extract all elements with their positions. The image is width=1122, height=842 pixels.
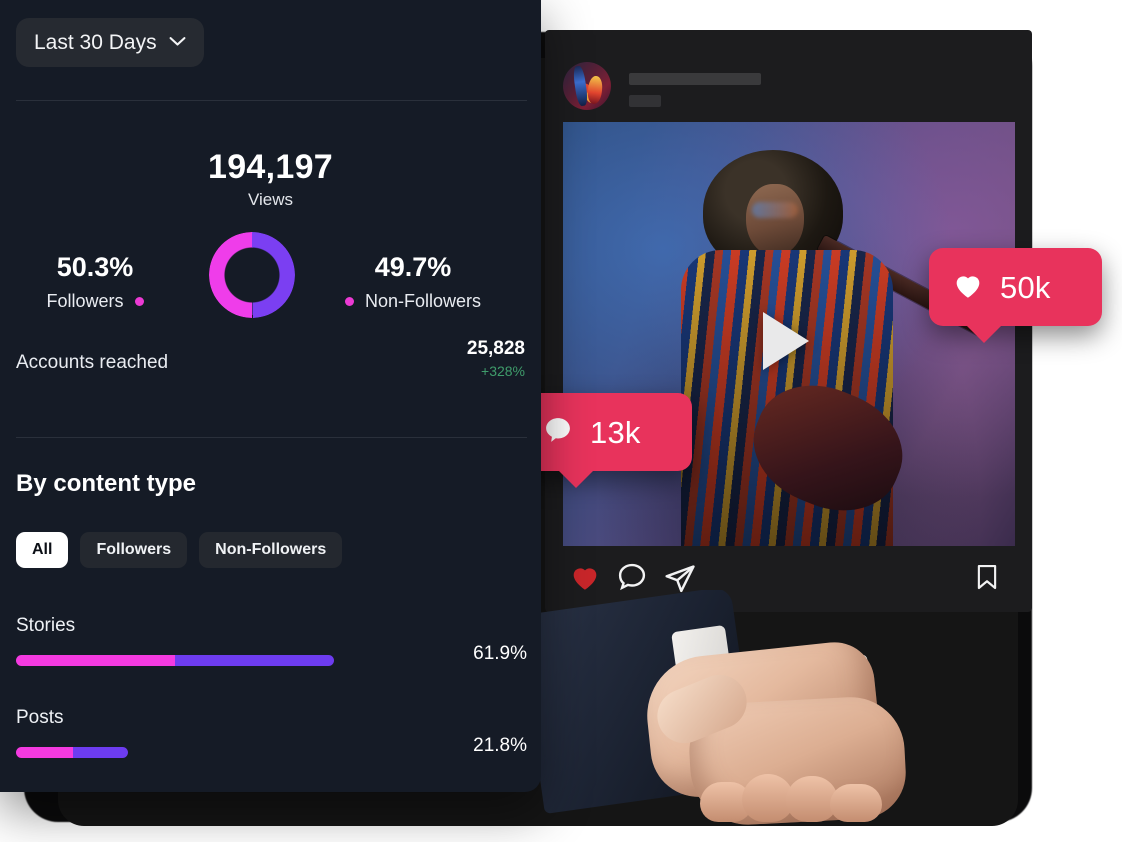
- bar-segment-followers: [16, 747, 73, 758]
- divider-middle: [16, 437, 527, 438]
- content-type-tabs: All Followers Non-Followers: [16, 532, 343, 568]
- followers-legend-label: Followers: [46, 291, 124, 311]
- comments-badge: 13k: [521, 393, 692, 488]
- accounts-reached-delta: +328%: [481, 363, 525, 379]
- accounts-reached-label: Accounts reached: [16, 352, 169, 373]
- bar-segment-non-followers: [175, 655, 334, 666]
- content-row-label: Posts: [16, 707, 64, 728]
- play-icon[interactable]: [763, 312, 809, 370]
- comment-icon: [539, 413, 577, 452]
- followers-percent: 50.3%: [56, 252, 134, 282]
- heart-icon: [949, 268, 987, 307]
- bar-segment-followers: [16, 655, 176, 666]
- followers-legend: Followers: [0, 291, 190, 312]
- tab-all[interactable]: All: [16, 532, 69, 568]
- donut-segment-non-followers: [209, 232, 295, 318]
- chevron-down-icon: [169, 34, 186, 52]
- bookmark-icon[interactable]: [972, 560, 1002, 594]
- avatar[interactable]: [563, 62, 611, 110]
- non-followers-legend: Non-Followers: [318, 291, 508, 312]
- non-followers-percent: 49.7%: [374, 252, 452, 282]
- divider-top: [16, 100, 527, 101]
- analytics-panel: Last 30 Days 194,197 Views 50.3% Followe…: [0, 0, 541, 792]
- accounts-reached-value: 25,828: [466, 338, 525, 359]
- username-placeholder: [629, 73, 761, 85]
- content-row-posts: Posts 21.8%: [16, 707, 527, 758]
- handshake-illustration: [530, 590, 1122, 842]
- likes-count: 50k: [1000, 269, 1051, 305]
- tab-followers[interactable]: Followers: [80, 532, 188, 568]
- date-range-selector[interactable]: Last 30 Days: [16, 18, 204, 67]
- content-row-bar: [16, 655, 334, 666]
- page-title: By content type: [16, 470, 197, 497]
- location-placeholder: [629, 95, 661, 107]
- post-header: [563, 62, 1003, 122]
- comment-icon[interactable]: [615, 560, 649, 594]
- bar-segment-non-followers: [72, 747, 128, 758]
- likes-badge: 50k: [929, 248, 1102, 343]
- heart-icon[interactable]: [567, 560, 603, 594]
- content-row-stories: Stories 61.9%: [16, 615, 527, 666]
- content-row-percent: 21.8%: [473, 735, 527, 756]
- content-row-percent: 61.9%: [473, 643, 527, 664]
- comments-count: 13k: [590, 414, 641, 450]
- content-row-bar: [16, 747, 128, 758]
- tab-non-followers[interactable]: Non-Followers: [199, 532, 343, 568]
- content-row-label: Stories: [16, 615, 76, 636]
- views-label: Views: [247, 190, 294, 209]
- fingers: [700, 768, 882, 822]
- performer-face: [746, 184, 804, 256]
- post-media[interactable]: [563, 122, 1015, 546]
- date-range-label: Last 30 Days: [34, 30, 157, 54]
- composition-stage: 50k 13k Last 30 Days 194,197 Views 50.3%…: [0, 0, 1122, 842]
- non-followers-legend-label: Non-Followers: [364, 291, 482, 311]
- views-value: 194,197: [207, 148, 333, 186]
- audience-donut-chart: [209, 232, 295, 318]
- legend-dot-followers: [134, 297, 144, 306]
- legend-dot-non-followers: [344, 297, 354, 306]
